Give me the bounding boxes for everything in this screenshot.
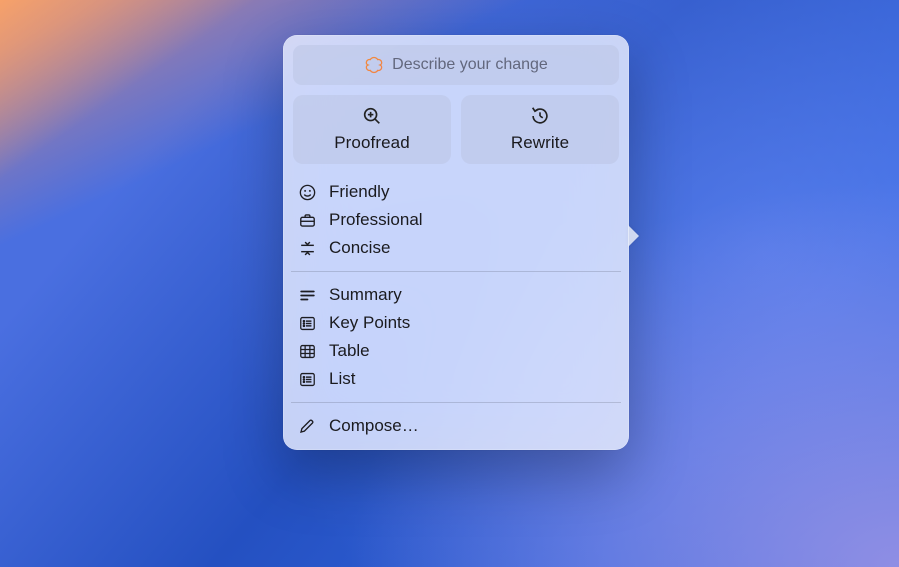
- menu-item-list[interactable]: List: [293, 365, 619, 393]
- compose-label: Compose…: [329, 416, 419, 436]
- format-options-list: Summary Key Points: [293, 277, 619, 397]
- tone-options-list: Friendly Professional Conci: [293, 174, 619, 266]
- menu-item-friendly[interactable]: Friendly: [293, 178, 619, 206]
- divider: [291, 271, 621, 272]
- smiley-icon: [297, 182, 317, 202]
- menu-item-compose[interactable]: Compose…: [293, 412, 619, 440]
- table-label: Table: [329, 341, 370, 361]
- rewrite-icon: [529, 105, 551, 127]
- summary-icon: [297, 285, 317, 305]
- concise-label: Concise: [329, 238, 390, 258]
- concise-icon: [297, 238, 317, 258]
- list-label: List: [329, 369, 355, 389]
- key-points-label: Key Points: [329, 313, 410, 333]
- compose-section: Compose…: [293, 408, 619, 444]
- menu-item-key-points[interactable]: Key Points: [293, 309, 619, 337]
- rewrite-button[interactable]: Rewrite: [461, 95, 619, 164]
- describe-change-placeholder: Describe your change: [392, 56, 548, 74]
- menu-item-summary[interactable]: Summary: [293, 281, 619, 309]
- menu-item-professional[interactable]: Professional: [293, 206, 619, 234]
- proofread-label: Proofread: [334, 133, 410, 153]
- menu-item-concise[interactable]: Concise: [293, 234, 619, 262]
- divider: [291, 402, 621, 403]
- professional-label: Professional: [329, 210, 423, 230]
- key-points-icon: [297, 313, 317, 333]
- describe-change-input[interactable]: Describe your change: [293, 45, 619, 85]
- summary-label: Summary: [329, 285, 402, 305]
- friendly-label: Friendly: [329, 182, 389, 202]
- proofread-icon: [361, 105, 383, 127]
- proofread-button[interactable]: Proofread: [293, 95, 451, 164]
- list-icon: [297, 369, 317, 389]
- writing-tools-popover: Describe your change Proofread: [283, 35, 629, 450]
- action-button-row: Proofread Rewrite: [293, 95, 619, 164]
- pencil-icon: [297, 416, 317, 436]
- apple-intelligence-icon: [364, 55, 384, 75]
- rewrite-label: Rewrite: [511, 133, 569, 153]
- table-icon: [297, 341, 317, 361]
- menu-item-table[interactable]: Table: [293, 337, 619, 365]
- briefcase-icon: [297, 210, 317, 230]
